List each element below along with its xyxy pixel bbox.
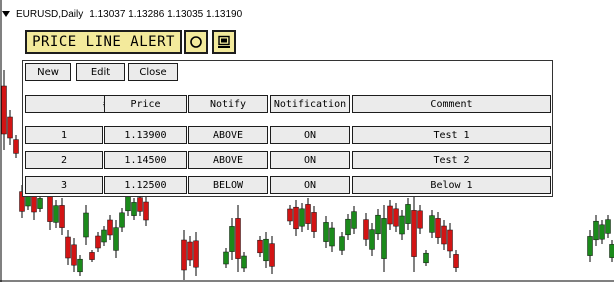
candle-body [593, 220, 599, 241]
candle-body [411, 210, 417, 257]
candle-body [263, 238, 269, 262]
row-2-price[interactable]: 1.14500 [104, 151, 187, 169]
candle-body [381, 218, 387, 259]
candle-body [89, 252, 95, 260]
candle-body [587, 236, 593, 256]
candle-body [351, 211, 357, 229]
candle-body [113, 227, 119, 251]
candle-body [65, 236, 71, 259]
candle-body [299, 208, 305, 227]
col-header-notification: Notification [270, 95, 350, 113]
col-header-comment: Comment [352, 95, 551, 113]
candle-body [125, 194, 131, 212]
new-button[interactable]: New [25, 63, 71, 81]
row-3-number[interactable]: 3 [25, 176, 103, 194]
candle-body [53, 205, 59, 223]
candle-body [269, 243, 275, 267]
candle-body [143, 201, 149, 221]
row-3-notify[interactable]: BELOW [188, 176, 268, 194]
candle-body [131, 202, 137, 216]
candle-body [375, 214, 381, 235]
candle-body [37, 198, 43, 209]
symbol-label: EURUSD,Daily [16, 8, 84, 20]
candle-body [137, 197, 143, 212]
close-button[interactable]: Close [128, 63, 178, 81]
candle-body [393, 208, 399, 227]
candle-body [47, 196, 53, 222]
candle-body [435, 218, 441, 238]
candle-body [305, 204, 311, 224]
candle-body [609, 244, 614, 258]
row-1-notification[interactable]: ON [270, 126, 350, 144]
candle-body [107, 219, 113, 236]
candle-body [399, 215, 405, 235]
candle-body [287, 208, 293, 222]
col-header-price: Price [104, 95, 187, 113]
candle-body [605, 219, 611, 234]
row-1-notify[interactable]: ABOVE [188, 126, 268, 144]
candle-body [193, 240, 199, 268]
candle-body [599, 224, 605, 240]
row-3-price[interactable]: 1.12500 [104, 176, 187, 194]
candle-body [7, 116, 13, 139]
circle-button[interactable] [184, 30, 208, 54]
row-1-price[interactable]: 1.13900 [104, 126, 187, 144]
candle-body [323, 222, 329, 242]
alert-title: PRICE LINE ALERT [25, 30, 182, 54]
col-header-notify: Notify [188, 95, 268, 113]
candle-body [59, 205, 65, 228]
candle-body [223, 251, 229, 265]
candle-body [417, 210, 423, 229]
candle-body [447, 229, 453, 252]
candle-body [441, 225, 447, 245]
candle-body [77, 258, 83, 273]
candle-body [101, 229, 107, 243]
dropdown-triangle-icon[interactable] [2, 11, 10, 17]
row-2-comment[interactable]: Test 2 [352, 151, 551, 169]
candle-body [429, 215, 435, 233]
candle-body [187, 241, 193, 261]
candle-body [1, 85, 7, 135]
candle-body [71, 244, 77, 266]
candle-body [235, 218, 241, 259]
symbol-info: EURUSD,Daily 1.13037 1.13286 1.13035 1.1… [2, 7, 242, 21]
candle-body [95, 235, 101, 249]
candle-body [453, 254, 459, 268]
ohlc-values: 1.13037 1.13286 1.13035 1.13190 [89, 8, 243, 20]
row-2-number[interactable]: 2 [25, 151, 103, 169]
candle-body [229, 226, 235, 252]
candle-body [405, 204, 411, 224]
candle-body [387, 205, 393, 225]
edit-button[interactable]: Edit [76, 63, 125, 81]
candle-body [293, 206, 299, 230]
row-1-number[interactable]: 1 [25, 126, 103, 144]
candle-body [119, 212, 125, 228]
candle-body [311, 212, 317, 232]
row-2-notify[interactable]: ABOVE [188, 151, 268, 169]
row-3-comment[interactable]: Below 1 [352, 176, 551, 194]
candle-body [83, 212, 89, 238]
candle-body [339, 236, 345, 251]
row-2-notification[interactable]: ON [270, 151, 350, 169]
candle-body [329, 227, 335, 247]
candle-body [13, 139, 19, 154]
candle-body [363, 219, 369, 240]
monitor-icon [218, 35, 230, 48]
candle-body [345, 218, 351, 236]
candle-body [181, 239, 187, 271]
candle-body [423, 252, 429, 264]
monitor-button[interactable] [212, 30, 236, 54]
circle-icon [190, 36, 202, 48]
row-3-notification[interactable]: ON [270, 176, 350, 194]
row-1-comment[interactable]: Test 1 [352, 126, 551, 144]
candle-body [369, 229, 375, 250]
candle-body [257, 239, 263, 254]
candle-body [241, 255, 247, 269]
